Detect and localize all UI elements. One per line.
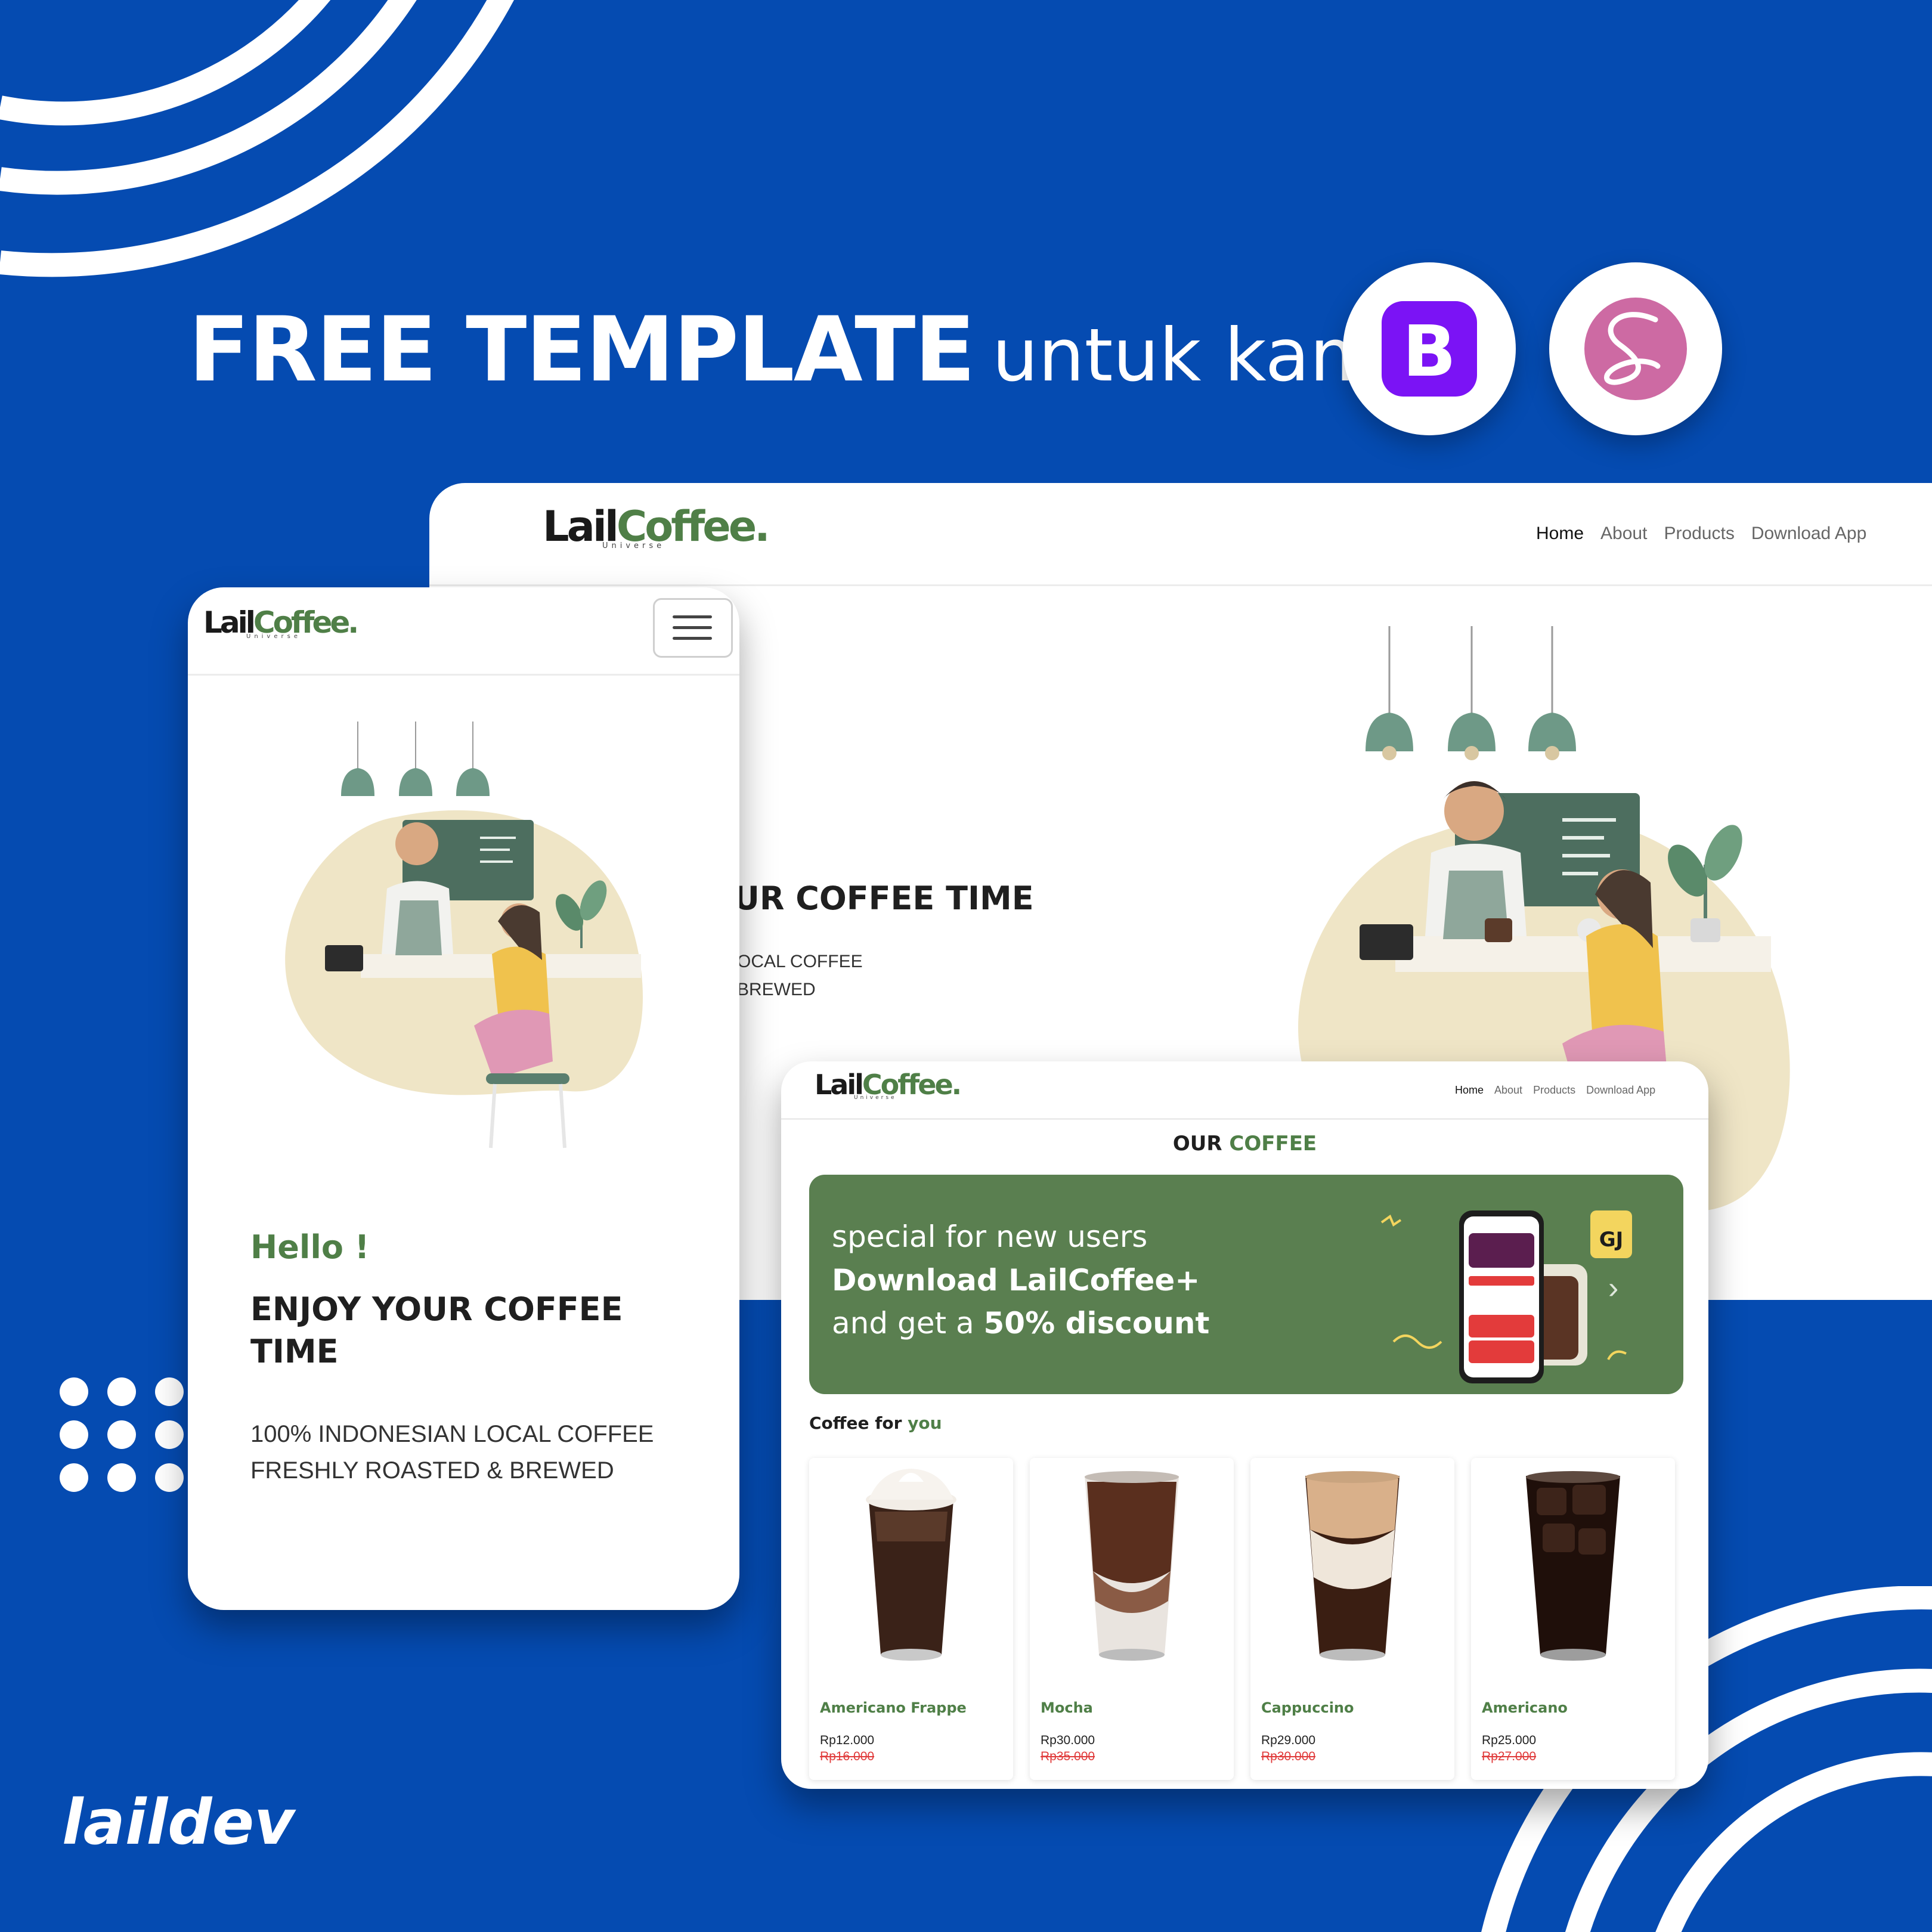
banner-line-2: Download LailCoffee+ — [832, 1263, 1200, 1298]
product-name: Cappuccino — [1261, 1699, 1354, 1716]
headline-bold: FREE TEMPLATE — [188, 298, 976, 402]
product-old-price: Rp30.000 — [1261, 1750, 1316, 1763]
mobile-hello: Hello ! — [250, 1228, 370, 1266]
products-logo[interactable]: LailCoffee. Universe — [815, 1069, 962, 1101]
nav-home[interactable]: Home — [1455, 1084, 1484, 1097]
desktop-hero-subtitle: OCAL COFFEE BREWED — [737, 952, 863, 999]
nav-download-app[interactable]: Download App — [1586, 1084, 1655, 1097]
svg-text:GJ: GJ — [1599, 1228, 1624, 1252]
product-name: Americano — [1482, 1699, 1568, 1716]
mobile-logo[interactable]: LailCoffee. Universe — [203, 605, 359, 640]
nav-about[interactable]: About — [1494, 1084, 1522, 1097]
product-old-price: Rp27.000 — [1482, 1750, 1537, 1763]
desktop-logo[interactable]: LailCoffee. Universe — [543, 502, 770, 551]
coffee-for-heading: Coffee for you — [809, 1413, 942, 1433]
product-price: Rp12.000 — [820, 1733, 875, 1747]
svg-text:B: B — [1402, 310, 1456, 392]
product-old-price: Rp35.000 — [1041, 1750, 1095, 1763]
desktop-navbar: LailCoffee. Universe Home About Products… — [429, 483, 1932, 586]
bootstrap-icon: B — [1382, 301, 1477, 397]
product-price: Rp25.000 — [1482, 1733, 1537, 1747]
product-card[interactable]: Cappuccino Rp29.000 Rp30.000 — [1250, 1458, 1454, 1780]
americano-image — [1526, 1471, 1620, 1661]
promo-banner[interactable]: special for new users Download LailCoffe… — [809, 1175, 1683, 1394]
decorative-arcs-top — [0, 0, 514, 277]
author-signature: laildev — [62, 1786, 295, 1859]
products-nav-links: Home About Products Download App — [1455, 1084, 1655, 1097]
mobile-hero-subtitle: 100% INDONESIAN LOCAL COFFEE FRESHLY ROA… — [250, 1421, 654, 1484]
bootstrap-badge: B — [1343, 262, 1516, 435]
product-name: Americano Frappe — [820, 1699, 967, 1716]
product-name: Mocha — [1041, 1699, 1093, 1716]
product-price: Rp30.000 — [1041, 1733, 1095, 1747]
mobile-preview: LailCoffee. Universe Hello ! ENJOY YOUR … — [188, 587, 739, 1610]
sass-badge — [1549, 262, 1722, 435]
product-price: Rp29.000 — [1261, 1733, 1316, 1747]
banner-line-1: special for new users — [832, 1219, 1148, 1254]
product-old-price: Rp16.000 — [820, 1750, 875, 1763]
products-navbar: LailCoffee. Universe Home About Products… — [781, 1061, 1708, 1120]
section-title: OUR COFFEE — [1172, 1132, 1317, 1156]
nav-products[interactable]: Products — [1664, 524, 1734, 544]
mobile-barista-illustration — [285, 722, 643, 1148]
hamburger-menu-button[interactable] — [653, 598, 733, 658]
cappuccino-image — [1305, 1471, 1400, 1661]
desktop-hero-title: UR COFFEE TIME — [733, 880, 1034, 917]
nav-home[interactable]: Home — [1536, 524, 1584, 544]
americano-frappe-image — [866, 1469, 956, 1661]
products-preview: LailCoffee. Universe Home About Products… — [781, 1061, 1708, 1789]
product-card[interactable]: Mocha Rp30.000 Rp35.000 — [1030, 1458, 1234, 1780]
mobile-hero-title: ENJOY YOUR COFFEE TIME — [250, 1290, 623, 1371]
nav-about[interactable]: About — [1600, 524, 1647, 544]
headline: FREE TEMPLATE untuk kamu — [188, 298, 1427, 402]
product-card[interactable]: Americano Frappe Rp12.000 Rp16.000 — [809, 1458, 1013, 1780]
mocha-image — [1085, 1471, 1179, 1661]
nav-products[interactable]: Products — [1533, 1084, 1575, 1097]
mobile-navbar: LailCoffee. Universe — [188, 587, 739, 676]
banner-line-3: and get a 50% discount — [832, 1306, 1210, 1340]
desktop-nav-links: Home About Products Download App — [1536, 524, 1866, 544]
nav-download-app[interactable]: Download App — [1751, 524, 1866, 544]
chevron-right-icon[interactable]: › — [1608, 1270, 1618, 1306]
sass-icon — [1584, 298, 1687, 400]
product-card[interactable]: Americano Rp25.000 Rp27.000 — [1471, 1458, 1675, 1780]
